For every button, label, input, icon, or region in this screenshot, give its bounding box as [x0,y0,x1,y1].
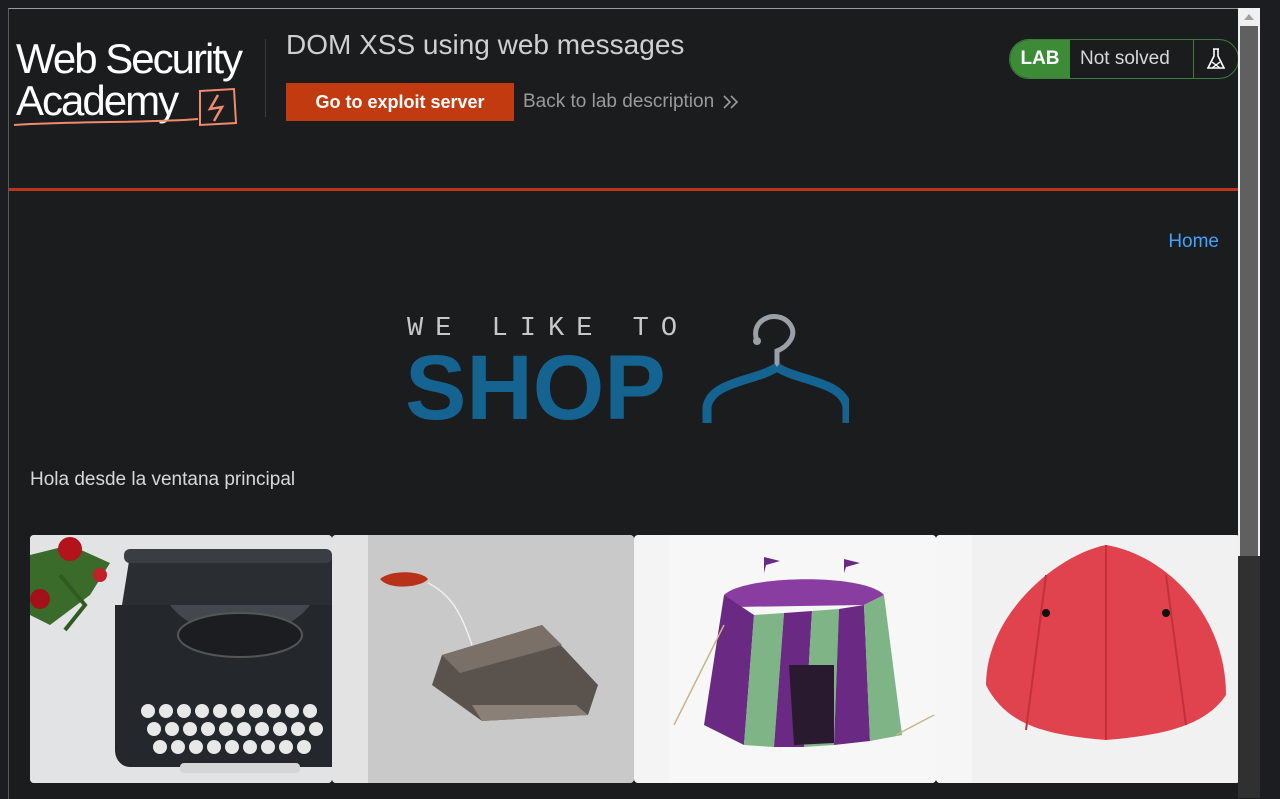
logo-line1: Web Security [16,35,243,82]
we-like-to-shop-logo: WE LIKE TO SHOP [405,314,849,429]
web-security-academy-logo[interactable]: Web Security Academy [12,33,262,129]
lab-title: DOM XSS using web messages [286,29,685,60]
lab-frame: Web Security Academy DOM XSS using web m… [8,8,1239,799]
window-top-edge [0,0,1280,8]
umbrella-image [936,535,1239,783]
vertical-scrollbar[interactable] [1238,8,1260,798]
product-grid [30,535,1239,783]
logo-line2: Academy [16,77,179,124]
lab-badge: LAB [1010,40,1070,78]
product-image-umbrella[interactable] [936,535,1239,783]
scrollbar-thumb[interactable] [1240,26,1258,556]
flask-icon [1194,40,1238,78]
window-right-edge [1260,0,1280,798]
go-to-exploit-server-button[interactable]: Go to exploit server [286,83,514,121]
header-separator [9,188,1239,191]
back-to-lab-description-link[interactable]: Back to lab description [523,91,740,113]
product-image-typewriter[interactable] [30,535,332,783]
web-message-text: Hola desde la ventana principal [30,469,296,490]
tent-image [634,535,936,783]
back-link-label: Back to lab description [523,91,715,112]
home-link[interactable]: Home [1168,231,1219,253]
scrollbar-track[interactable] [1238,556,1260,798]
shop-brand: SHOP [405,337,666,429]
hanger-icon [702,314,849,423]
tea-bag-image [332,535,634,783]
lab-status: Not solved [1070,40,1194,78]
lab-status-widget: LAB Not solved [1009,39,1239,79]
typewriter-image [30,535,332,783]
scroll-up-arrow-icon[interactable] [1238,8,1260,26]
header-divider [265,39,266,117]
product-image-tea-bag[interactable] [332,535,634,783]
product-image-tent[interactable] [634,535,936,783]
double-chevron-right-icon [723,95,739,109]
